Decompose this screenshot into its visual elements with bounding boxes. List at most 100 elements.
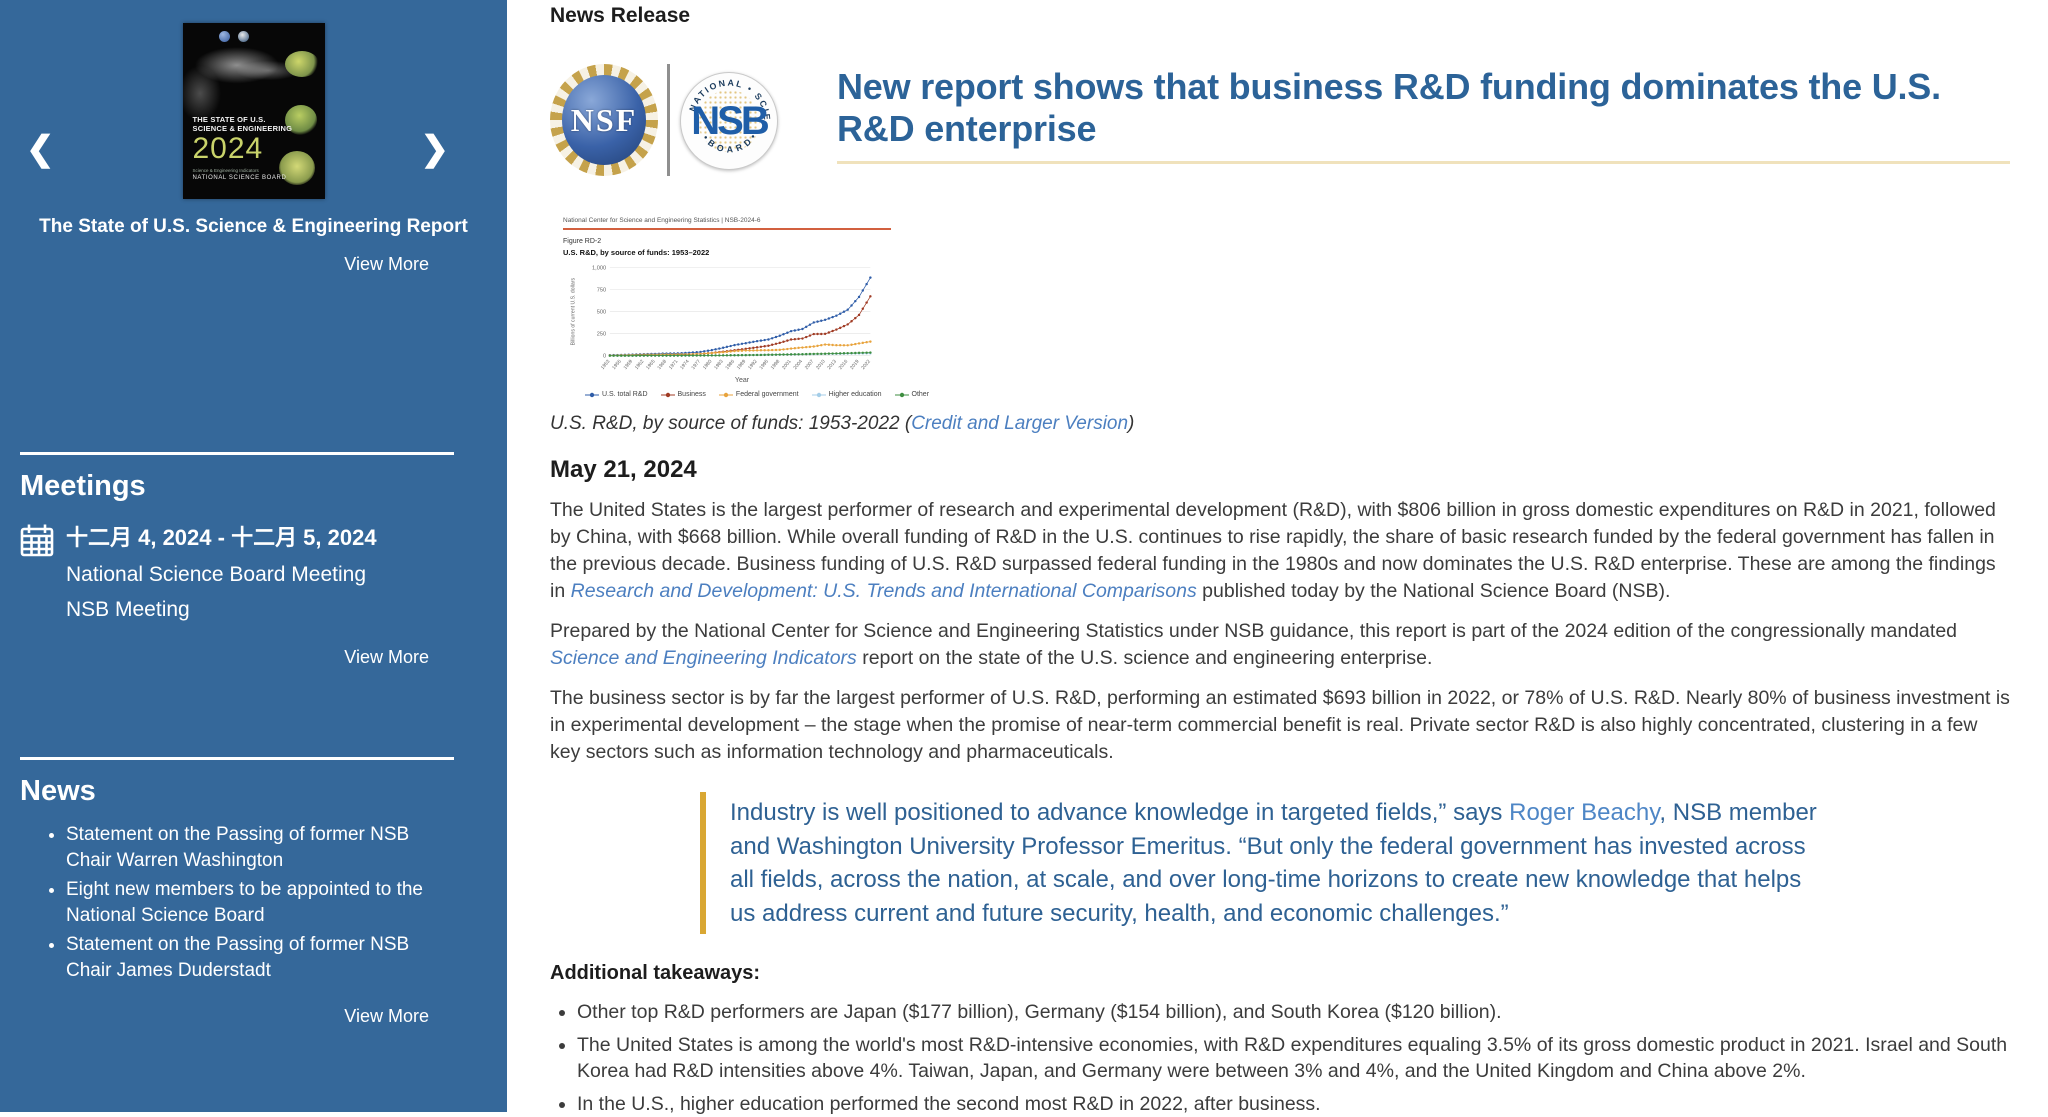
- meetings-heading: Meetings: [20, 470, 507, 503]
- nsf-logo-text: NSF: [571, 102, 637, 139]
- carousel-view-more-link[interactable]: View More: [0, 254, 507, 275]
- paragraph-text: published today by the National Science …: [1197, 580, 1671, 602]
- meeting-item[interactable]: NSB Meeting: [66, 598, 377, 622]
- takeaways-list: Other top R&D performers are Japan ($177…: [550, 999, 2010, 1117]
- meeting-date-range: 十二月 4, 2024 - 十二月 5, 2024: [66, 520, 377, 552]
- paragraph-text: report on the state of the U.S. science …: [857, 647, 1433, 669]
- svg-text:2001: 2001: [781, 359, 793, 371]
- svg-text:1959: 1959: [623, 359, 635, 371]
- paragraph-2: Prepared by the National Center for Scie…: [550, 618, 2010, 672]
- cover-logos: [219, 31, 249, 42]
- takeaway-item: The United States is among the world's m…: [577, 1032, 2010, 1084]
- cover-org: NATIONAL SCIENCE BOARD: [193, 175, 293, 181]
- takeaway-item: Other top R&D performers are Japan ($177…: [577, 999, 2010, 1025]
- nsf-logo: NSF: [550, 64, 658, 176]
- legend-entry: Business: [661, 391, 706, 398]
- report-cover-image[interactable]: THE STATE OF U.S. SCIENCE & ENGINEERING …: [183, 23, 325, 199]
- article-headline: New report shows that business R&D fundi…: [837, 66, 2010, 150]
- figure-caption-text: U.S. R&D, by source of funds: 1953-2022 …: [550, 413, 911, 434]
- chart-figure-label: Figure RD-2: [563, 238, 891, 245]
- calendar-icon: [20, 523, 54, 622]
- chart-x-axis-label: Year: [563, 377, 891, 384]
- svg-text:750: 750: [597, 288, 606, 294]
- svg-text:1956: 1956: [611, 359, 623, 371]
- divider: [20, 757, 454, 760]
- paragraph-text: Prepared by the National Center for Scie…: [550, 620, 1957, 642]
- logo-separator: [667, 64, 670, 176]
- report-carousel: THE STATE OF U.S. SCIENCE & ENGINEERING …: [0, 0, 507, 275]
- svg-text:2022: 2022: [860, 359, 872, 371]
- indicators-link[interactable]: Science and Engineering Indicators: [550, 647, 857, 669]
- nsb-logo-text: NSB: [691, 99, 766, 144]
- svg-text:1,000: 1,000: [592, 265, 606, 271]
- news-list-item[interactable]: Statement on the Passing of former NSB C…: [66, 822, 452, 874]
- svg-text:2004: 2004: [792, 359, 804, 371]
- chart-source-line: National Center for Science and Engineer…: [563, 217, 891, 224]
- page-title: News Release: [550, 4, 2010, 28]
- carousel-caption[interactable]: The State of U.S. Science & Engineering …: [0, 215, 507, 239]
- svg-text:2010: 2010: [815, 359, 827, 371]
- paragraph-1: The United States is the largest perform…: [550, 497, 2010, 605]
- svg-text:1974: 1974: [679, 359, 691, 371]
- svg-text:500: 500: [597, 310, 606, 316]
- takeaway-item: In the U.S., higher education performed …: [577, 1091, 2010, 1117]
- roger-beachy-link[interactable]: Roger Beachy: [1509, 799, 1659, 826]
- figure-caption-text: ): [1128, 413, 1134, 434]
- svg-text:2016: 2016: [838, 359, 850, 371]
- svg-text:1986: 1986: [724, 359, 736, 371]
- svg-text:0: 0: [603, 354, 606, 360]
- news-list: Statement on the Passing of former NSB C…: [52, 822, 452, 984]
- svg-text:1965: 1965: [645, 359, 657, 371]
- svg-text:2019: 2019: [849, 359, 861, 371]
- news-list-item[interactable]: Eight new members to be appointed to the…: [66, 877, 452, 929]
- svg-text:1992: 1992: [747, 359, 759, 371]
- svg-text:1953: 1953: [600, 359, 612, 371]
- nsf-mini-logo: [219, 31, 230, 42]
- rd-funding-line-chart: 02505007501,0001953195619591962196519681…: [563, 262, 891, 376]
- svg-text:1995: 1995: [758, 359, 770, 371]
- rd-funding-chart-figure[interactable]: National Center for Science and Engineer…: [550, 209, 904, 404]
- legend-entry: Federal government: [719, 391, 799, 398]
- chart-rule: [563, 228, 891, 230]
- nsf-globe: NSF: [562, 75, 646, 165]
- legend-entry: U.S. total R&D: [585, 391, 648, 398]
- cover-year: 2024: [193, 133, 293, 165]
- news-list-item[interactable]: Statement on the Passing of former NSB C…: [66, 932, 452, 984]
- meetings-view-more-link[interactable]: View More: [0, 647, 507, 668]
- news-heading: News: [20, 775, 507, 808]
- sidebar: THE STATE OF U.S. SCIENCE & ENGINEERING …: [0, 0, 507, 1112]
- svg-text:1998: 1998: [770, 359, 782, 371]
- pull-quote: Industry is well positioned to advance k…: [700, 792, 1825, 934]
- cover-specimen-art: [285, 51, 319, 77]
- nsb-logo: NATIONAL • SCIENCE • B O A R D • NSB: [680, 72, 778, 170]
- cover-subtitle: Science & Engineering Indicators: [193, 168, 293, 173]
- divider: [20, 452, 454, 455]
- svg-text:1980: 1980: [702, 359, 714, 371]
- headline-underline: [837, 161, 2010, 164]
- report-link[interactable]: Research and Development: U.S. Trends an…: [571, 580, 1197, 602]
- svg-text:1962: 1962: [634, 359, 646, 371]
- svg-text:1971: 1971: [668, 359, 680, 371]
- takeaways-heading: Additional takeaways:: [550, 962, 2010, 985]
- carousel-prev-icon[interactable]: ❮: [26, 132, 55, 166]
- release-date: May 21, 2024: [550, 456, 2010, 484]
- credit-larger-version-link[interactable]: Credit and Larger Version: [911, 413, 1128, 434]
- legend-entry: Other: [895, 391, 930, 398]
- carousel-next-icon[interactable]: ❯: [421, 132, 450, 166]
- svg-text:2007: 2007: [804, 359, 816, 371]
- svg-text:1977: 1977: [690, 359, 702, 371]
- svg-text:Billions of current U.S. dolla: Billions of current U.S. dollars: [570, 278, 576, 346]
- paragraph-3: The business sector is by far the larges…: [550, 685, 2010, 766]
- chart-legend: U.S. total R&D Business Federal government…: [585, 391, 891, 398]
- nsb-mini-logo: [238, 31, 249, 42]
- legend-entry: Higher education: [812, 391, 882, 398]
- meeting-item[interactable]: National Science Board Meeting: [66, 563, 377, 587]
- svg-text:250: 250: [597, 332, 606, 338]
- chart-title: U.S. R&D, by source of funds: 1953–2022: [563, 248, 891, 257]
- news-view-more-link[interactable]: View More: [0, 1006, 507, 1027]
- svg-text:1989: 1989: [736, 359, 748, 371]
- figure-caption: U.S. R&D, by source of funds: 1953-2022 …: [550, 413, 2010, 435]
- svg-text:1983: 1983: [713, 359, 725, 371]
- quote-text: Industry is well positioned to advance k…: [730, 799, 1509, 826]
- news-release-article: News Release NSF NATIONAL • SCIENCE • B …: [507, 0, 2048, 1112]
